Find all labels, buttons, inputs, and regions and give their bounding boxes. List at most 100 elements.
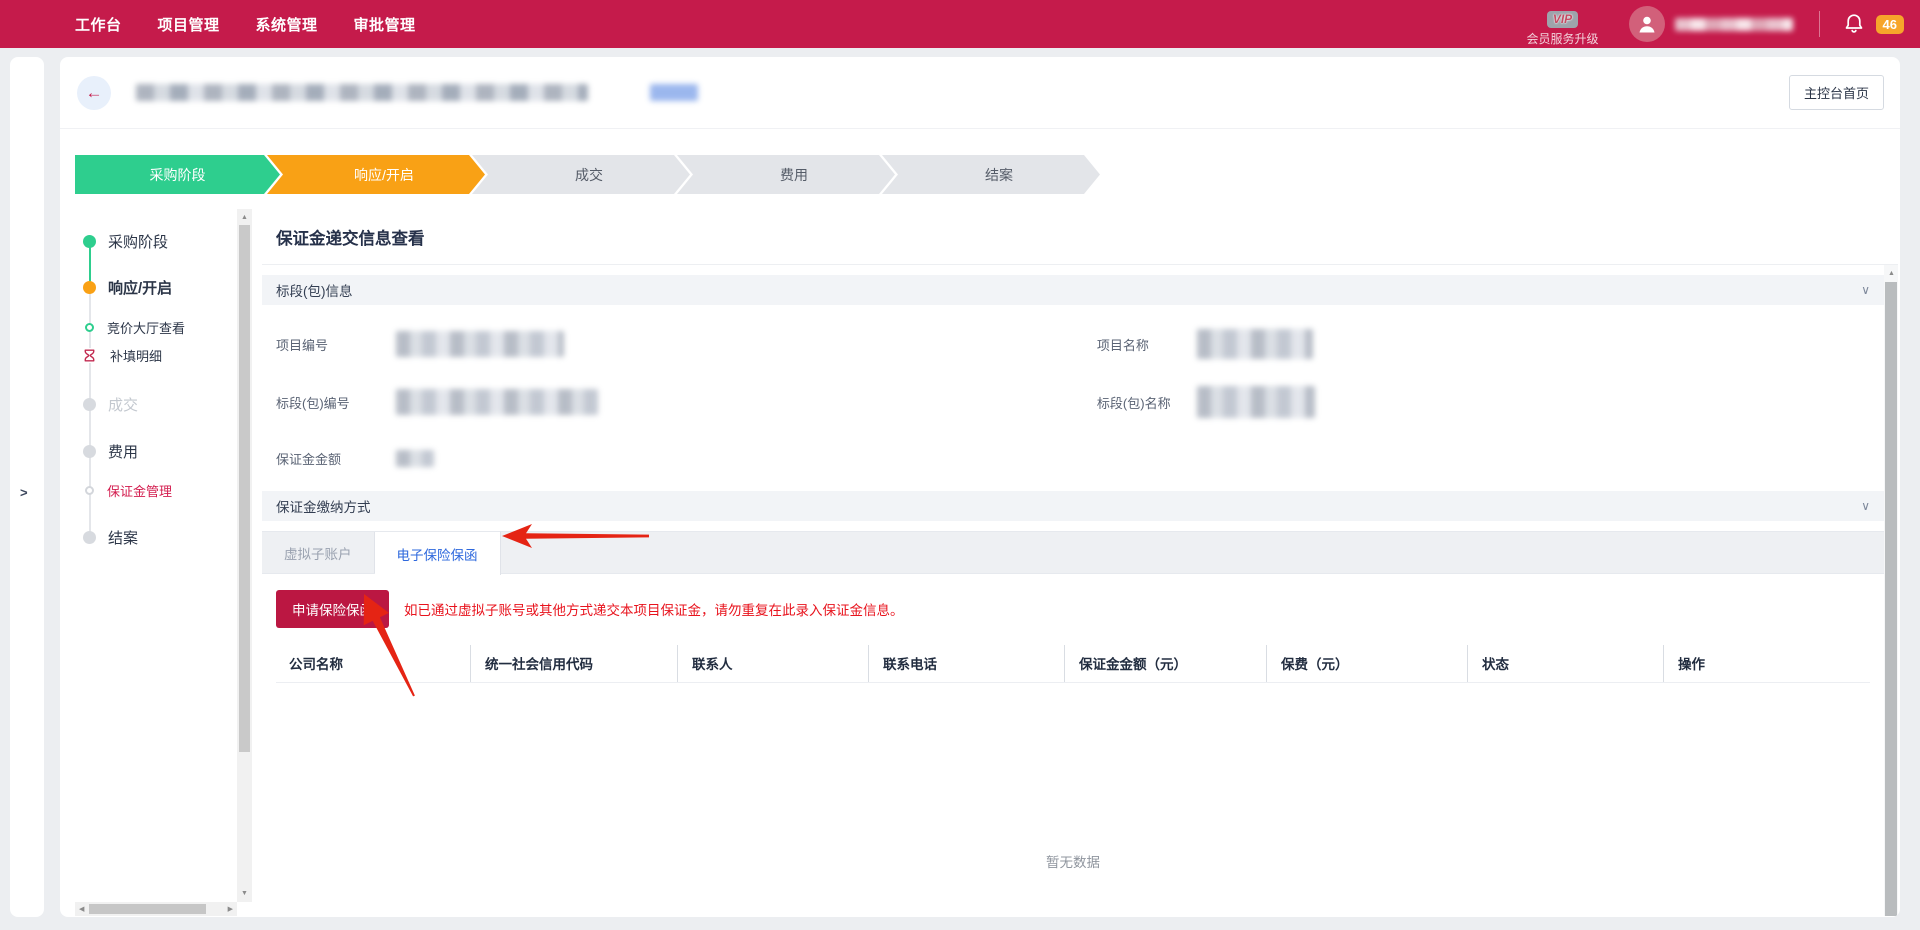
field-project-name: 项目名称 [1097,329,1870,359]
tab-virtual-sub-account[interactable]: 虚拟子账户 [262,532,375,573]
sidebar-collapse-strip: > [10,57,44,917]
sidebar-item-label: 竞价大厅查看 [107,318,185,337]
nav-right: VIP 会员服务升级 46 [1527,1,1920,47]
stage-sidebar: 采购阶段 响应/开启 竞价大厅查看 补填明细 [75,209,252,916]
nav-item-system-management[interactable]: 系统管理 [256,14,318,35]
sidebar-item-label: 响应/开启 [108,277,172,298]
scrollbar-thumb[interactable] [89,904,206,914]
col-deposit-amount: 保证金金额（元） [1065,645,1267,682]
col-contact-person: 联系人 [678,645,869,682]
expand-chevron-icon[interactable]: > [20,485,28,500]
field-package-name: 标段(包)名称 [1097,386,1870,418]
main-vertical-scrollbar[interactable]: ▲ [1884,265,1898,916]
page-title: 保证金递交信息查看 [262,209,1898,265]
scroll-up-icon[interactable]: ▲ [241,214,248,221]
step-close-case[interactable]: 结案 [882,155,1100,194]
notification-count-badge: 46 [1876,15,1904,34]
field-deposit-amount: 保证金金额 [276,445,1097,471]
sidebar-item-bidding-hall-view[interactable]: 竞价大厅查看 [75,315,185,339]
col-premium: 保费（元） [1267,645,1468,682]
gray-dot-icon [83,531,96,544]
sidebar-item-deposit-management[interactable]: 保证金管理 [75,478,172,502]
scrollbar-thumb[interactable] [239,225,250,752]
sidebar-item-supplement-details[interactable]: 补填明细 [75,343,162,367]
green-ring-icon [85,323,94,332]
payment-method-tabs: 虚拟子账户 电子保险保函 [262,531,1884,574]
field-project-no: 项目编号 [276,329,1097,359]
guarantee-tab-content: 申请保险保函 如已通过虚拟子账号或其他方式递交本项目保证金，请勿重复在此录入保证… [262,574,1884,871]
sidebar-item-close-case[interactable]: 结案 [75,525,138,549]
vip-icon: VIP [1547,11,1578,28]
vip-caption: 会员服务升级 [1527,30,1599,47]
chevron-down-icon[interactable]: ∨ [1861,283,1870,297]
field-label: 保证金金额 [276,449,396,468]
apply-insurance-guarantee-button[interactable]: 申请保险保函 [276,590,389,628]
hourglass-icon [82,348,97,363]
section-package-info[interactable]: 标段(包)信息 ∨ [262,275,1884,305]
col-contact-phone: 联系电话 [869,645,1065,682]
sidebar-item-label: 费用 [108,441,138,462]
nav-item-project-management[interactable]: 项目管理 [158,14,220,35]
empty-state-text: 暂无数据 [276,683,1870,871]
field-value-redacted [396,331,564,357]
status-tag-redacted [650,84,698,101]
bell-icon[interactable] [1842,12,1866,36]
nav-item-approval-management[interactable]: 审批管理 [354,14,416,35]
scrollbar-thumb[interactable] [1885,282,1897,916]
duplicate-deposit-warning: 如已通过虚拟子账号或其他方式递交本项目保证金，请勿重复在此录入保证金信息。 [404,599,904,619]
field-value-redacted [1197,329,1313,359]
col-company-name: 公司名称 [276,645,471,682]
main-card: ← 主控台首页 采购阶段 响应/开启 成交 费用 结案 采购阶段 [60,57,1900,917]
person-icon [1635,12,1659,36]
gray-dot-icon [83,445,96,458]
content-row: 采购阶段 响应/开启 竞价大厅查看 补填明细 [60,209,1900,916]
console-home-button[interactable]: 主控台首页 [1789,75,1884,110]
tab-electronic-insurance-guarantee[interactable]: 电子保险保函 [375,531,501,575]
section-payment-method[interactable]: 保证金缴纳方式 ∨ [262,491,1884,521]
field-label: 项目编号 [276,335,396,354]
sidebar-horizontal-scrollbar[interactable]: ◀ ▶ [75,902,237,916]
step-deal[interactable]: 成交 [472,155,690,194]
field-value-redacted [1197,386,1315,418]
sidebar-item-procurement-stage[interactable]: 采购阶段 [75,229,168,253]
col-actions: 操作 [1664,645,1870,682]
sidebar-item-response-open[interactable]: 响应/开启 [75,275,172,299]
username-redacted[interactable] [1675,18,1793,31]
back-button[interactable]: ← [77,76,111,110]
sidebar-item-label: 结案 [108,527,138,548]
field-package-no: 标段(包)编号 [276,386,1097,418]
main-panel: 保证金递交信息查看 标段(包)信息 ∨ 项目编号 项目名称 [262,209,1898,916]
user-avatar[interactable] [1629,6,1665,42]
sidebar-vertical-scrollbar[interactable]: ▲ ▼ [237,209,252,902]
sidebar-item-fees[interactable]: 费用 [75,439,138,463]
sidebar-item-label: 补填明细 [110,346,162,365]
nav-item-workbench[interactable]: 工作台 [75,14,122,35]
nav-menu: 工作台 项目管理 系统管理 审批管理 [75,14,416,35]
sidebar-item-label: 保证金管理 [107,481,172,500]
scroll-down-icon[interactable]: ▼ [241,890,248,897]
step-response-open[interactable]: 响应/开启 [267,155,485,194]
vip-upgrade-link[interactable]: VIP 会员服务升级 [1527,11,1599,47]
step-fees[interactable]: 费用 [677,155,895,194]
scroll-right-icon[interactable]: ▶ [228,906,233,913]
card-header: ← 主控台首页 [60,57,1900,129]
gray-ring-icon [85,486,94,495]
sidebar-item-deal[interactable]: 成交 [75,392,138,416]
field-value-redacted [396,389,598,415]
scroll-left-icon[interactable]: ◀ [79,906,84,913]
process-steps: 采购阶段 响应/开启 成交 费用 结案 [60,129,1900,209]
field-label: 项目名称 [1097,335,1197,354]
step-procurement-stage[interactable]: 采购阶段 [75,155,280,194]
section-title: 标段(包)信息 [276,280,353,300]
package-info-fields: 项目编号 项目名称 标段(包)编号 标段(包)名称 [262,305,1884,473]
guarantee-table-header: 公司名称 统一社会信用代码 联系人 联系电话 保证金金额（元） 保费（元） 状态… [276,645,1870,683]
col-status: 状态 [1468,645,1664,682]
field-value-redacted [396,450,434,467]
field-label: 标段(包)编号 [276,393,396,412]
nav-divider [1819,11,1820,37]
top-navbar: 工作台 项目管理 系统管理 审批管理 VIP 会员服务升级 46 [0,0,1920,48]
chevron-down-icon[interactable]: ∨ [1861,499,1870,513]
scroll-up-icon[interactable]: ▲ [1888,270,1895,277]
project-title-redacted [136,84,588,101]
col-credit-code: 统一社会信用代码 [471,645,678,682]
